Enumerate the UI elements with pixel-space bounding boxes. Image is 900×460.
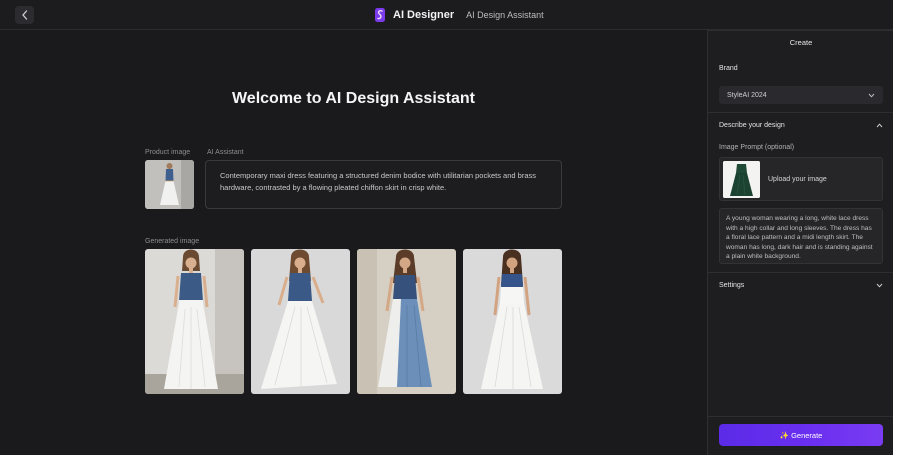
app-subtitle: AI Design Assistant <box>466 10 544 20</box>
brand: AI Designer AI Design Assistant <box>375 0 544 30</box>
describe-section-header[interactable]: Describe your design <box>719 118 883 132</box>
product-dress-image <box>145 160 194 209</box>
create-panel: Create Brand StyleAI 2024 Describe your … <box>707 30 893 455</box>
generated-dress-image <box>357 249 456 394</box>
brand-select-value: StyleAI 2024 <box>727 91 767 99</box>
chevron-down-icon <box>868 93 875 98</box>
generated-dress-image <box>145 249 244 394</box>
main-area: Welcome to AI Design Assistant Product i… <box>0 30 707 455</box>
assistant-message: Contemporary maxi dress featuring a stru… <box>205 160 562 209</box>
section-divider <box>708 112 893 113</box>
footer-divider <box>708 416 893 417</box>
back-button[interactable] <box>15 6 34 24</box>
generated-dress-image <box>463 249 562 394</box>
assistant-label: AI Assistant <box>207 149 244 156</box>
top-bar: AI Designer AI Design Assistant <box>0 0 893 30</box>
brand-select[interactable]: StyleAI 2024 <box>719 86 883 104</box>
prompt-textarea[interactable]: A young woman wearing a long, white lace… <box>719 208 883 264</box>
upload-thumbnail <box>723 160 760 198</box>
generated-image-4[interactable] <box>463 249 562 394</box>
upload-label: Upload your image <box>768 175 827 183</box>
section-divider <box>708 272 893 273</box>
describe-label: Describe your design <box>719 121 785 129</box>
product-image[interactable] <box>145 160 194 209</box>
settings-section-header[interactable]: Settings <box>719 278 883 292</box>
panel-title: Create <box>789 38 813 47</box>
welcome-title: Welcome to AI Design Assistant <box>231 90 475 107</box>
generated-image-1[interactable] <box>145 249 244 394</box>
generated-dress-image <box>251 249 350 394</box>
generate-button[interactable]: ✨ Generate <box>719 424 883 446</box>
app-name: AI Designer <box>393 9 455 21</box>
image-prompt-label: Image Prompt (optional) <box>719 144 795 151</box>
app-window: AI Designer AI Design Assistant Welcome … <box>0 0 893 455</box>
green-dress-image <box>723 160 760 198</box>
settings-label: Settings <box>719 281 745 289</box>
generated-image-label: Generated image <box>145 238 200 245</box>
brand-label: Brand <box>719 65 738 72</box>
generated-image-2[interactable] <box>251 249 350 394</box>
chevron-up-icon <box>876 122 883 127</box>
generated-image-3[interactable] <box>357 249 456 394</box>
upload-image-area[interactable]: Upload your image <box>719 157 883 201</box>
product-image-label: Product image <box>145 149 191 156</box>
chevron-down-icon <box>876 283 883 288</box>
panel-divider <box>708 30 893 31</box>
logo-icon <box>375 8 385 22</box>
chevron-left-icon <box>21 10 27 20</box>
